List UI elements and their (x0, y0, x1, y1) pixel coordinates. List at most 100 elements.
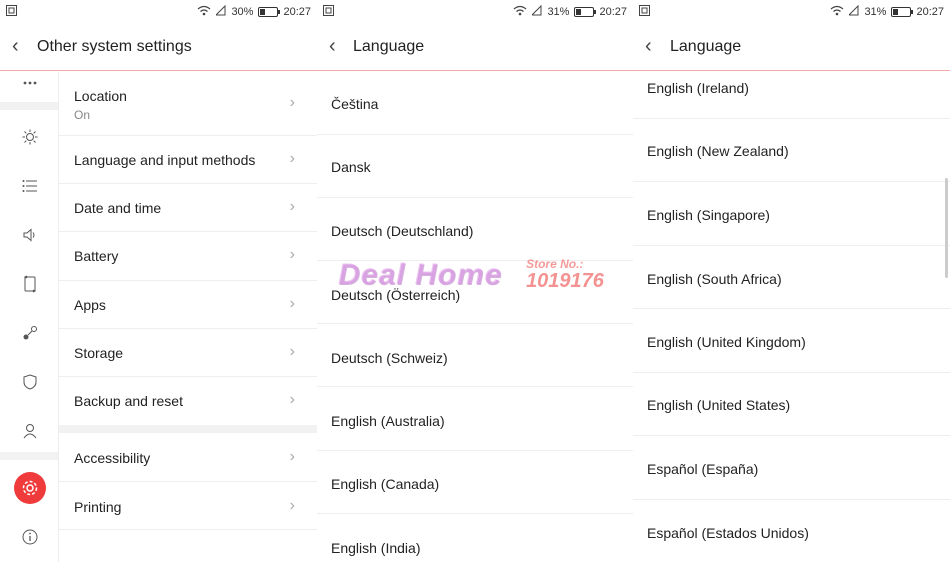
language-panel-1: 31% 20:27 ‹ Language Čeština Dansk Deuts… (317, 0, 633, 562)
account-icon[interactable] (17, 418, 43, 444)
language-label: English (United Kingdom) (647, 334, 806, 350)
signal-icon (215, 4, 226, 19)
language-panel-2: 31% 20:27 ‹ Language English (Ireland) E… (633, 0, 950, 562)
language-label: Español (Estados Unidos) (647, 525, 809, 541)
language-item[interactable]: English (South Africa) (633, 246, 950, 309)
app-bar: ‹ Language (317, 24, 633, 71)
shield-icon[interactable] (17, 369, 43, 395)
page-title: Language (670, 38, 742, 55)
language-label: English (Singapore) (647, 207, 770, 223)
signal-icon (848, 4, 859, 19)
item-label: Backup and reset (74, 393, 183, 409)
chevron-right-icon: › (289, 343, 295, 360)
language-item[interactable]: Español (Estados Unidos) (633, 500, 950, 562)
clock: 20:27 (916, 6, 944, 18)
language-list: Čeština Dansk Deutsch (Deutschland) Deut… (317, 72, 633, 562)
page-title: Language (353, 38, 425, 55)
language-item[interactable]: English (New Zealand) (633, 119, 950, 182)
settings-list: Location On › Language and input methods… (59, 72, 317, 562)
language-label: Español (España) (647, 461, 759, 477)
battery-fill (893, 9, 899, 15)
language-label: English (India) (331, 540, 421, 556)
language-label: Čeština (331, 96, 379, 112)
status-bar: 31% 20:27 (633, 0, 950, 24)
settings-item-apps[interactable]: Apps › (59, 281, 317, 329)
battery-fill (260, 9, 266, 15)
item-label: Printing (74, 499, 122, 515)
chevron-right-icon: › (289, 94, 295, 111)
item-sublabel: On (74, 108, 91, 122)
item-label: Storage (74, 345, 124, 361)
language-item[interactable]: English (Singapore) (633, 183, 950, 246)
scrollbar[interactable] (945, 178, 948, 278)
language-item[interactable]: Deutsch (Österreich) (317, 261, 633, 324)
wifi-icon (830, 5, 844, 19)
screen-rotate-icon[interactable] (17, 271, 43, 297)
section-divider (59, 425, 317, 433)
settings-panel: 30% 20:27 ‹ Other system settings Locati… (0, 0, 317, 562)
list-icon[interactable] (17, 173, 43, 199)
page-title: Other system settings (37, 38, 192, 55)
chevron-right-icon: › (289, 246, 295, 263)
sound-icon[interactable] (17, 222, 43, 248)
item-label: Accessibility (74, 450, 151, 466)
chevron-right-icon: › (289, 295, 295, 312)
settings-item-battery[interactable]: Battery › (59, 232, 317, 281)
language-item[interactable]: Čeština (317, 72, 633, 135)
signal-icon (531, 4, 542, 19)
back-icon[interactable]: ‹ (645, 36, 652, 56)
language-item[interactable]: English (Canada) (317, 451, 633, 514)
wifi-icon (197, 5, 211, 19)
language-item[interactable]: Deutsch (Deutschland) (317, 198, 633, 261)
language-label: Deutsch (Österreich) (331, 287, 461, 303)
chevron-right-icon: › (289, 150, 295, 167)
chevron-right-icon: › (289, 198, 295, 215)
screenshot-icon (323, 5, 334, 19)
back-icon[interactable]: ‹ (329, 36, 336, 56)
language-list: English (Ireland) English (New Zealand) … (633, 72, 950, 562)
settings-item-backup-reset[interactable]: Backup and reset › (59, 377, 317, 425)
language-item[interactable]: English (Australia) (317, 388, 633, 451)
battery-fill (576, 9, 582, 15)
item-label: Battery (74, 248, 119, 264)
brightness-icon[interactable] (17, 124, 43, 150)
language-label: English (New Zealand) (647, 143, 789, 159)
language-item[interactable]: Español (España) (633, 437, 950, 500)
item-label: Location (74, 88, 127, 104)
item-label: Apps (74, 297, 106, 313)
more-icon[interactable] (17, 70, 43, 96)
language-label: English (Canada) (331, 476, 440, 492)
language-label: English (South Africa) (647, 271, 782, 287)
screenshot-icon (639, 5, 650, 19)
language-item[interactable]: English (India) (317, 515, 633, 562)
settings-icon[interactable] (14, 472, 46, 504)
battery-icon (258, 7, 281, 17)
clock: 20:27 (599, 6, 627, 18)
settings-item-language[interactable]: Language and input methods › (59, 136, 317, 184)
settings-item-storage[interactable]: Storage › (59, 329, 317, 377)
settings-item-accessibility[interactable]: Accessibility › (59, 433, 317, 482)
settings-item-location[interactable]: Location On › (59, 72, 317, 136)
language-item[interactable]: Dansk (317, 135, 633, 198)
language-item[interactable]: English (Ireland) (633, 56, 950, 119)
item-label: Date and time (74, 200, 162, 216)
language-label: Deutsch (Deutschland) (331, 223, 474, 239)
language-item[interactable]: English (United States) (633, 373, 950, 436)
chevron-right-icon: › (289, 448, 295, 465)
link-icon[interactable] (17, 320, 43, 346)
battery-percent: 31% (547, 6, 570, 18)
wifi-icon (513, 5, 527, 19)
side-rail (0, 72, 59, 562)
app-bar: ‹ Other system settings (0, 24, 317, 71)
settings-item-printing[interactable]: Printing › (59, 482, 317, 530)
info-icon[interactable] (17, 524, 43, 550)
language-item[interactable]: English (United Kingdom) (633, 310, 950, 373)
back-icon[interactable]: ‹ (12, 36, 19, 56)
language-label: Dansk (331, 159, 371, 175)
chevron-right-icon: › (289, 497, 295, 514)
status-bar: 30% 20:27 (0, 0, 317, 24)
battery-icon (574, 7, 597, 17)
language-item[interactable]: Deutsch (Schweiz) (317, 324, 633, 387)
language-label: English (Australia) (331, 413, 445, 429)
settings-item-date-time[interactable]: Date and time › (59, 184, 317, 232)
